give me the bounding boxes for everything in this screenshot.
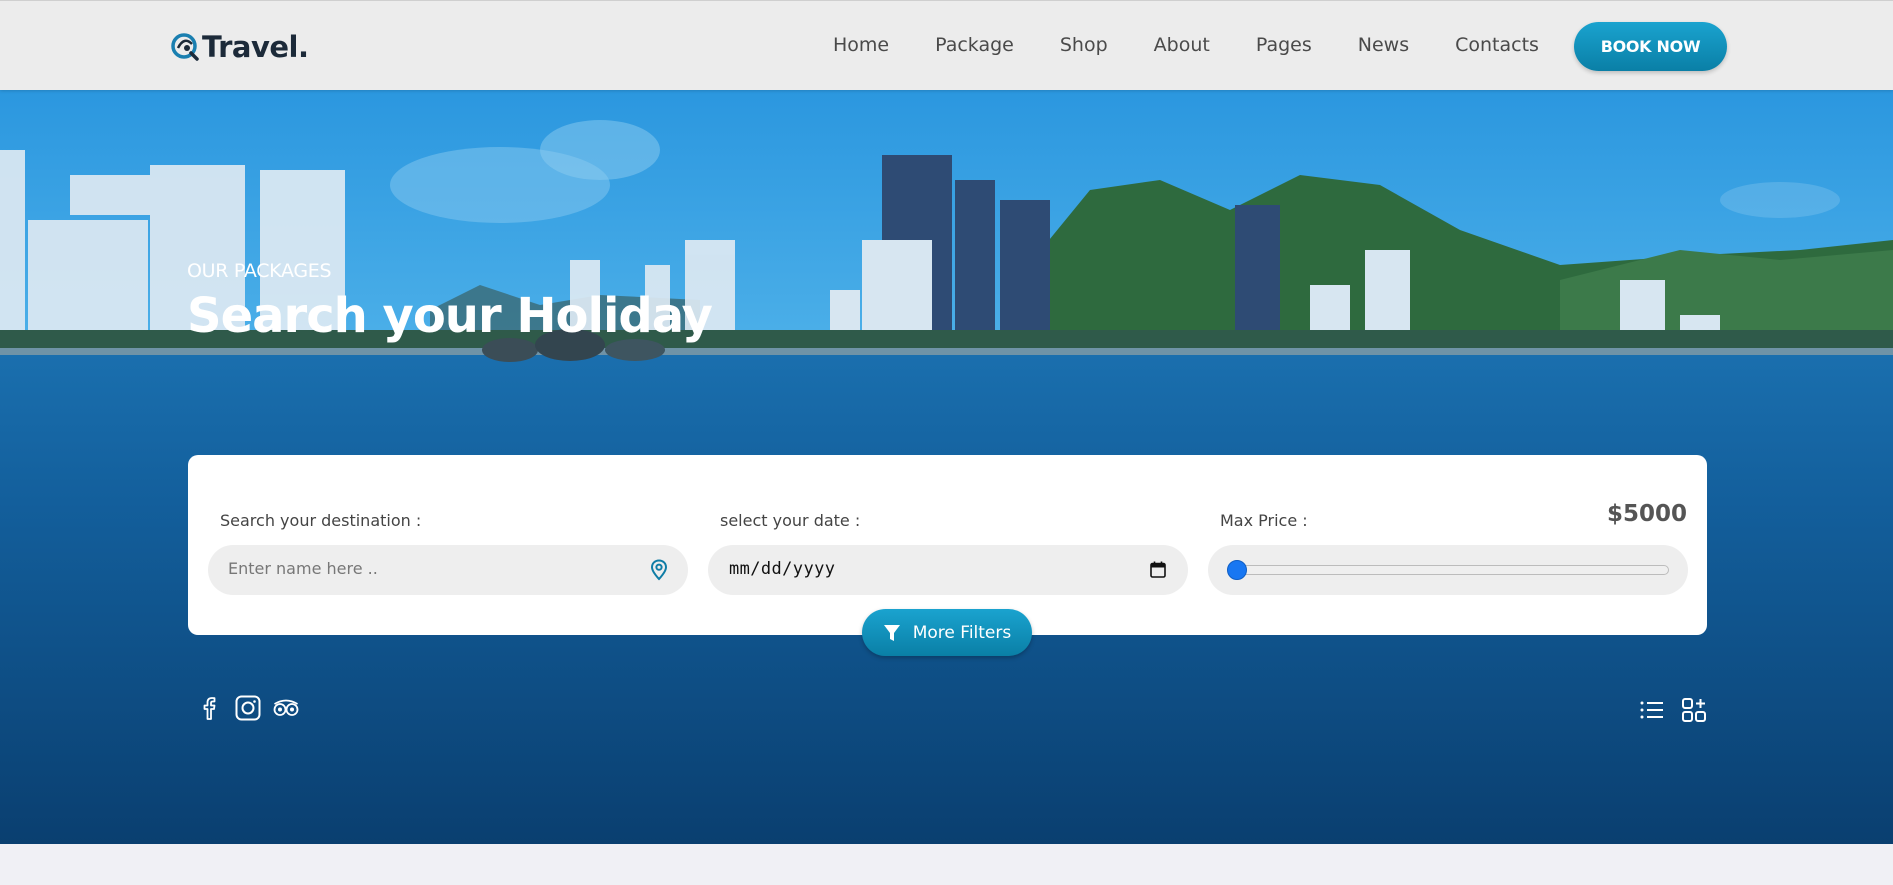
logo-text: Travel. [202,30,309,64]
nav-shop[interactable]: Shop [1060,34,1108,56]
hero-eyebrow: OUR PACKAGES [187,260,332,282]
filter-icon [883,624,900,641]
nav-contacts[interactable]: Contacts [1455,34,1539,56]
tripadvisor-icon[interactable] [272,694,300,722]
nav-pages[interactable]: Pages [1256,34,1312,56]
date-label: select your date : [720,511,861,530]
view-toggle [1638,696,1708,724]
calendar-icon[interactable] [1150,561,1166,578]
page-body-start [0,844,1893,885]
social-links [196,694,300,722]
hero-title: Search your Holiday [187,288,713,344]
destination-input[interactable] [228,559,628,578]
instagram-icon[interactable] [234,694,262,722]
price-label: Max Price : [1220,511,1308,530]
search-card: Search your destination : select your da… [188,455,1707,635]
more-filters-button[interactable]: More Filters [862,609,1032,656]
grid-view-icon[interactable] [1680,696,1708,724]
logo[interactable]: Travel. [170,27,309,67]
site-header: Travel. Home Package Shop About Pages Ne… [0,0,1893,90]
price-slider-field[interactable] [1208,545,1688,595]
date-input[interactable]: mm/dd/yyyy [729,559,835,579]
price-slider-thumb[interactable] [1227,560,1247,580]
page: Travel. Home Package Shop About Pages Ne… [0,0,1893,885]
facebook-icon[interactable] [196,694,224,722]
book-now-button[interactable]: BOOK NOW [1574,22,1727,71]
nav-home[interactable]: Home [833,34,889,56]
date-field[interactable]: mm/dd/yyyy [708,545,1188,595]
nav-package[interactable]: Package [935,34,1014,56]
max-price-value: $5000 [1606,501,1687,527]
location-pin-icon [650,559,668,581]
list-view-icon[interactable] [1638,696,1666,724]
nav-news[interactable]: News [1358,34,1409,56]
more-filters-label: More Filters [912,622,1012,643]
main-nav: Home Package Shop About Pages News Conta… [833,34,1539,56]
nav-about[interactable]: About [1154,34,1210,56]
destination-label: Search your destination : [220,511,422,530]
logo-icon [171,33,199,61]
destination-field[interactable] [208,545,688,595]
price-slider-track[interactable] [1237,565,1669,575]
